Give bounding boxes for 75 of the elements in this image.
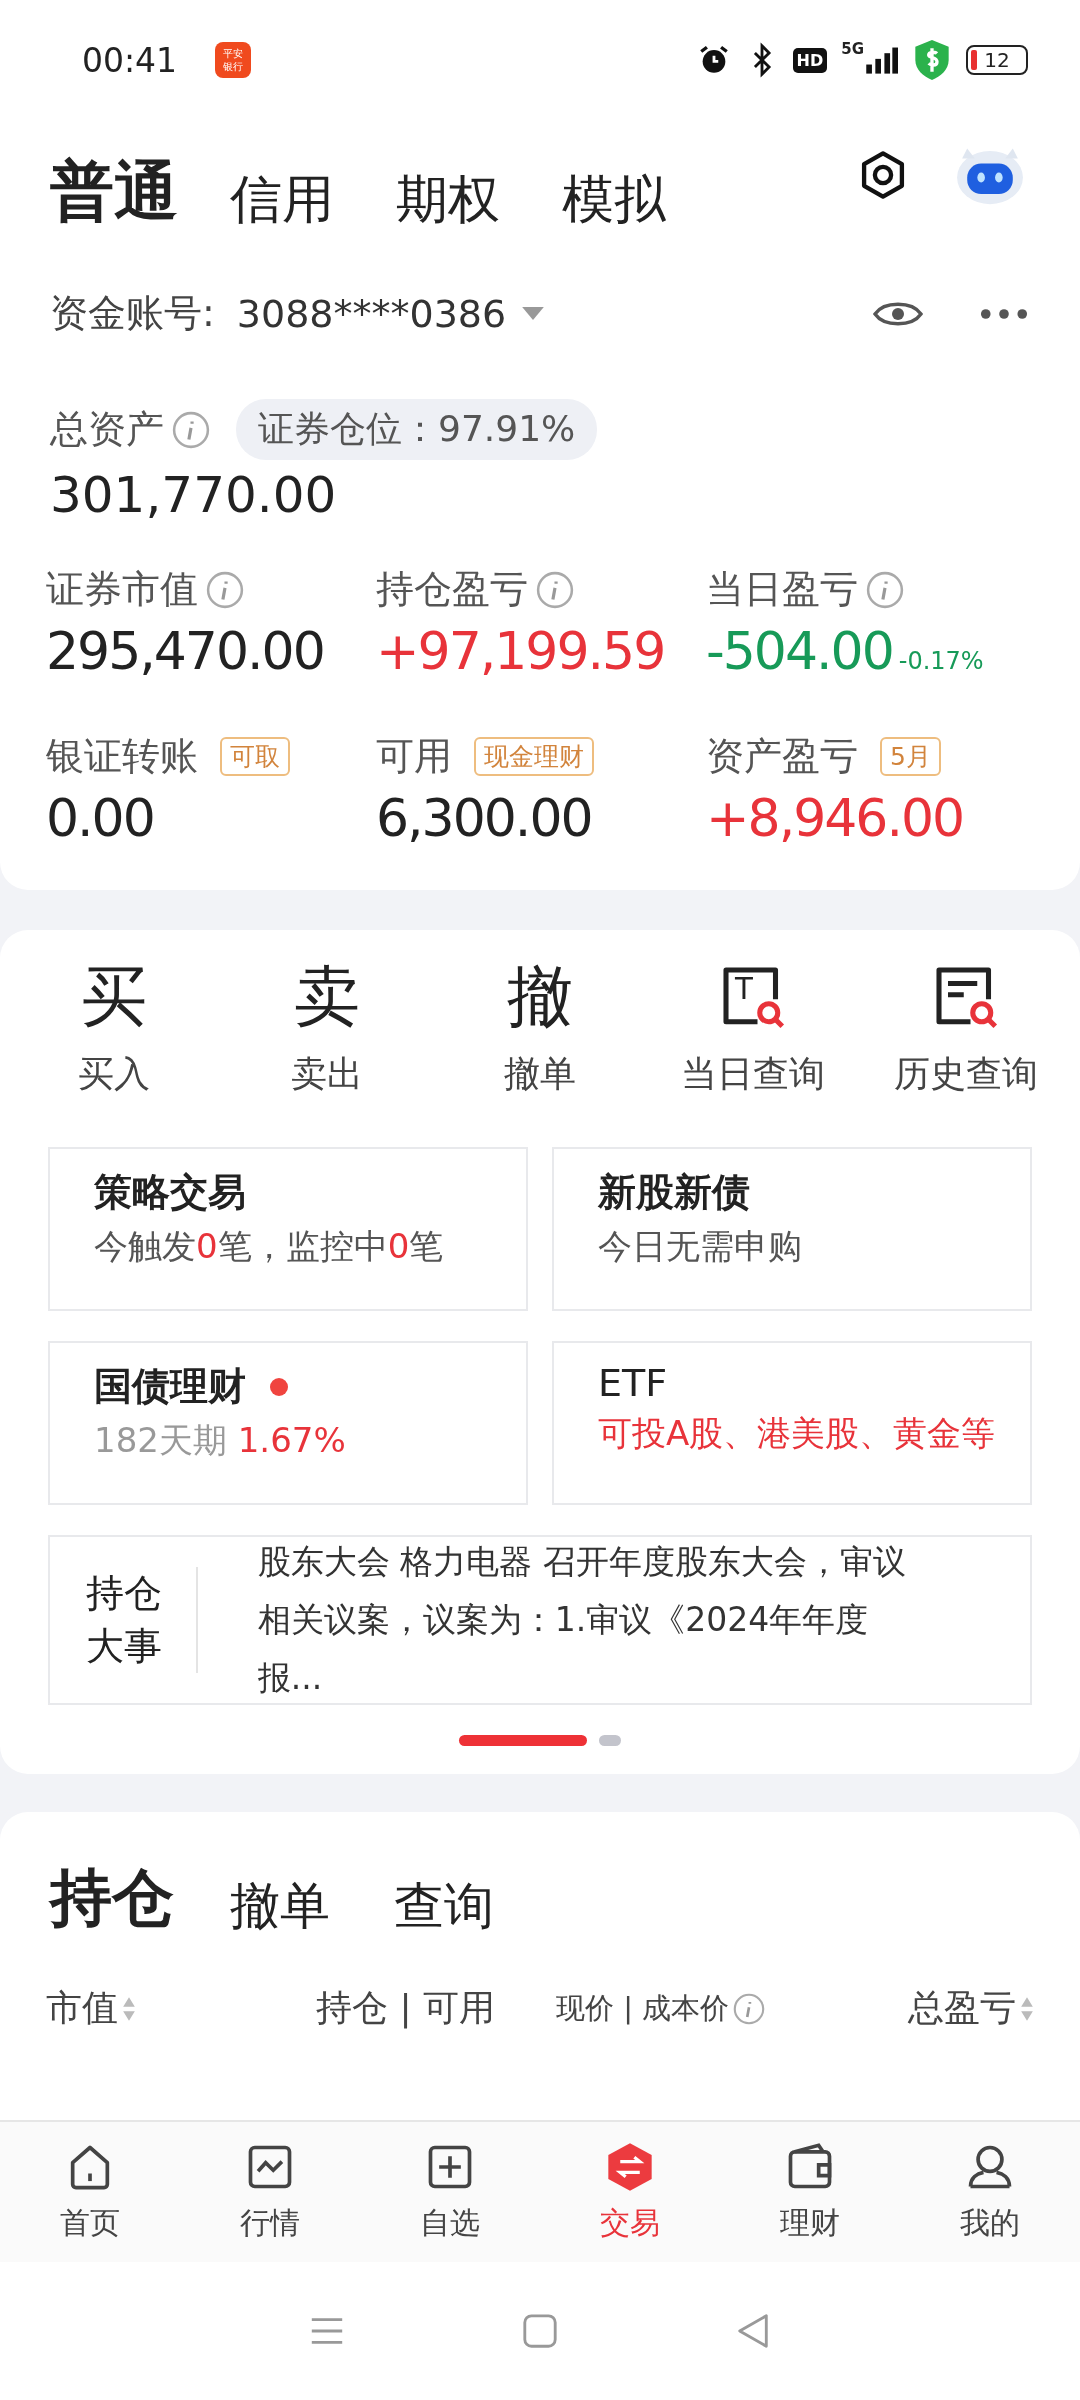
feature-subtitle: 今日无需申购 xyxy=(598,1225,802,1268)
feature-title: 新股新债 xyxy=(598,1169,750,1216)
metric-label: 持仓盈亏 xyxy=(376,566,528,613)
metric-label: 银证转账 xyxy=(46,733,198,780)
feature-card[interactable]: 国债理财 182天期 1.67% xyxy=(48,1341,528,1505)
account-tab[interactable]: 期权 xyxy=(396,167,500,230)
metric-label: 可用 xyxy=(376,733,452,780)
news-text: 股东大会 格力电器 召开年度股东大会，审议相关议案，议案为：1.审议《2024年年度报... xyxy=(257,1541,907,1699)
metric-value: -504.00 xyxy=(706,621,893,681)
metric-label: 资产盈亏 xyxy=(706,733,858,780)
nav-tab[interactable]: 交易 xyxy=(540,2122,720,2262)
metric-label: 证券市值 xyxy=(46,566,198,613)
account-tab[interactable]: 模拟 xyxy=(562,167,666,230)
app-notification-icon: 平安银行 xyxy=(215,42,252,78)
trade-action[interactable]: 买 买入 xyxy=(8,960,221,1099)
holdings-tab[interactable]: 持仓 xyxy=(50,1856,174,1940)
account-tab[interactable]: 信用 xyxy=(230,167,334,230)
metric-change: -0.17% xyxy=(898,647,984,675)
metric-value: 0.00 xyxy=(46,788,154,848)
info-icon[interactable] xyxy=(866,570,904,609)
sort-icon[interactable] xyxy=(1020,1995,1034,2022)
dropdown-icon xyxy=(522,307,545,320)
metric-value: 295,470.00 xyxy=(46,621,324,681)
feature-title: ETF xyxy=(598,1361,668,1405)
news-card[interactable]: 持仓大事 股东大会 格力电器 召开年度股东大会，审议相关议案，议案为：1.审议《2024年年度报... xyxy=(48,1535,1032,1705)
nav-tab[interactable]: 自选 xyxy=(360,2122,540,2262)
position-ratio-badge: 证券仓位：97.91% xyxy=(236,399,598,460)
feature-card[interactable]: ETF 可投A股、港美股、黄金等 xyxy=(552,1341,1032,1505)
metric-value: +8,946.00 xyxy=(706,788,964,848)
character-icon: 买 xyxy=(81,960,148,1034)
holdings-tab[interactable]: 撤单 xyxy=(230,1873,330,1940)
shield-icon xyxy=(912,38,952,82)
total-assets-value: 301,770.00 xyxy=(50,466,338,524)
info-icon[interactable] xyxy=(206,570,244,609)
character-icon: 卖 xyxy=(294,960,361,1034)
trade-action[interactable]: 撤 撤单 xyxy=(433,960,647,1099)
battery-indicator: 12 xyxy=(966,45,1028,75)
account-label: 资金账号: xyxy=(50,290,215,337)
column-header: 持仓 | 可用 xyxy=(316,1986,495,2031)
feature-title: 策略交易 xyxy=(94,1169,246,1216)
feature-subtitle: 今触发0笔，监控中0笔 xyxy=(94,1225,444,1268)
nav-tab[interactable]: 首页 xyxy=(0,2122,180,2262)
holdings-tab[interactable]: 查询 xyxy=(394,1873,494,1940)
column-header: 现价 | 成本价 xyxy=(556,1989,730,2027)
trade-action[interactable]: T 当日查询 xyxy=(646,960,860,1099)
feature-card[interactable]: 新股新债 今日无需申购 xyxy=(552,1147,1032,1311)
metric-label: 当日盈亏 xyxy=(706,566,858,613)
info-icon[interactable] xyxy=(536,570,574,609)
status-time: 00:41 xyxy=(82,40,178,80)
more-icon[interactable] xyxy=(980,307,1028,320)
nav-tab[interactable]: 我的 xyxy=(900,2122,1080,2262)
network-label: 5G xyxy=(841,40,864,58)
nav-tab[interactable]: 理财 xyxy=(720,2122,900,2262)
account-tab[interactable]: 普通 xyxy=(50,153,178,230)
column-header: 市值 xyxy=(46,1986,118,2030)
trade-action[interactable]: 卖 卖出 xyxy=(220,960,434,1099)
signal-icon xyxy=(864,45,898,75)
home-button-icon[interactable] xyxy=(521,2312,559,2350)
feature-subtitle: 182天期 1.67% xyxy=(94,1419,346,1462)
column-header: 总盈亏 xyxy=(908,1986,1016,2030)
account-selector[interactable]: 3088****0386 xyxy=(236,291,545,336)
trade-action[interactable]: 历史查询 xyxy=(859,960,1072,1099)
feature-subtitle: 可投A股、港美股、黄金等 xyxy=(598,1412,996,1455)
nav-tab[interactable]: 行情 xyxy=(180,2122,360,2262)
metric-value: 6,300.00 xyxy=(376,788,592,848)
info-icon[interactable] xyxy=(172,410,210,449)
info-icon[interactable] xyxy=(733,1992,766,2025)
character-icon: 撤 xyxy=(507,960,573,1034)
metric-value: +97,199.59 xyxy=(376,621,665,681)
news-label: 持仓大事 xyxy=(86,1566,198,1674)
feature-title: 国债理财 xyxy=(94,1363,246,1410)
hd-indicator: HD xyxy=(792,47,828,73)
feature-card[interactable]: 策略交易 今触发0笔，监控中0笔 xyxy=(48,1147,528,1311)
sort-icon[interactable] xyxy=(122,1995,136,2022)
total-assets-label: 总资产 xyxy=(50,406,164,453)
